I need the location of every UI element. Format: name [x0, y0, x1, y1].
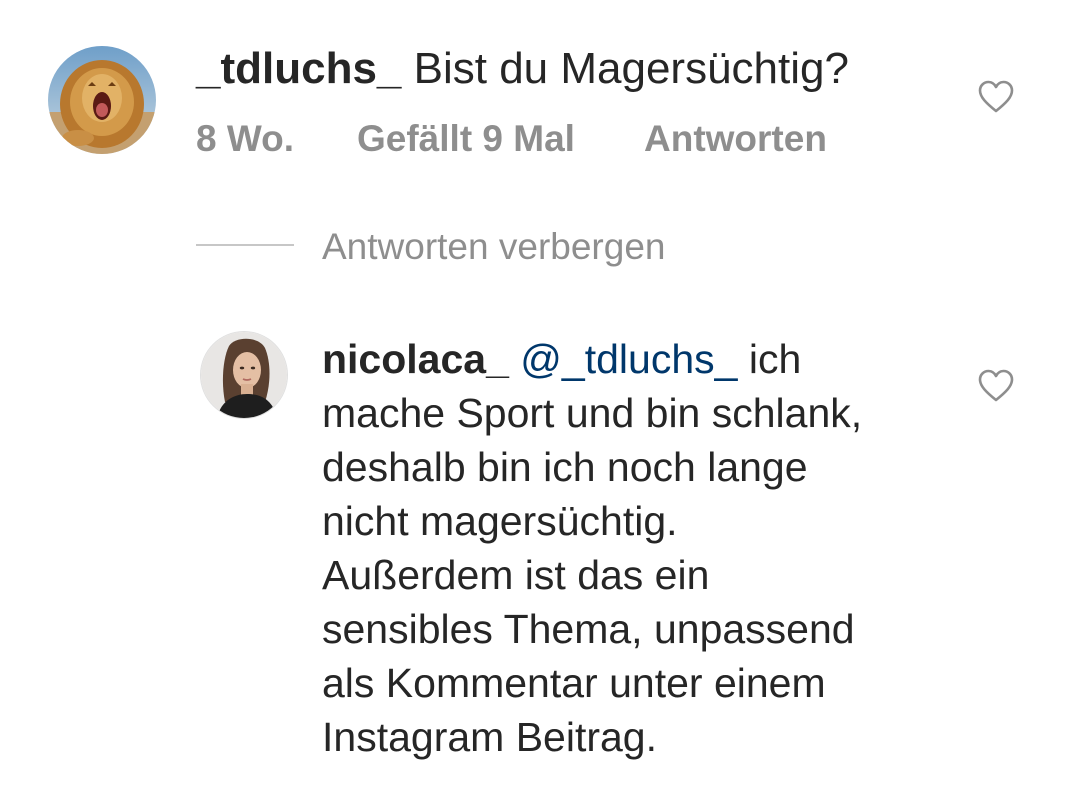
reply-username[interactable]: nicolaca_	[322, 336, 509, 382]
avatar-nicolaca[interactable]	[201, 332, 287, 418]
comment-age: 8 Wo.	[196, 118, 294, 159]
like-reply-heart-icon[interactable]	[978, 369, 1014, 403]
lion-avatar-icon	[48, 46, 156, 154]
reply-first-line: nicolaca_ @_tdluchs_ ich	[322, 332, 962, 386]
reply-button[interactable]: Antworten	[644, 117, 827, 161]
reply-text-block: nicolaca_ @_tdluchs_ ich mache Sport und…	[322, 332, 962, 764]
hide-replies-label: Antworten verbergen	[322, 226, 666, 267]
like-comment-heart-icon[interactable]	[978, 80, 1014, 114]
portrait-avatar-icon	[201, 332, 287, 418]
reply-text-line: mache Sport und bin schlank,	[322, 390, 863, 436]
reply-text-line: Instagram Beitrag.	[322, 714, 657, 760]
comment-text: Bist du Magersüchtig?	[413, 44, 849, 93]
comment-username[interactable]: _tdluchs_	[196, 44, 401, 93]
reply-mention[interactable]: @_tdluchs_	[520, 336, 737, 382]
reply-first-line-rest: ich	[748, 336, 802, 382]
comment-likes[interactable]: Gefällt 9 Mal	[357, 117, 575, 161]
avatar-tdluchs[interactable]	[48, 46, 156, 154]
reply-text-line: Außerdem ist das ein	[322, 552, 710, 598]
reply-text-line: nicht magersüchtig.	[322, 498, 678, 544]
reply-text-line: sensibles Thema, unpassend	[322, 606, 855, 652]
hide-replies-divider	[196, 244, 294, 246]
reply-text-line: als Kommentar unter einem	[322, 660, 826, 706]
comment-text-row: _tdluchs_ Bist du Magersüchtig?	[196, 42, 849, 96]
reply-text-line: deshalb bin ich noch lange	[322, 444, 808, 490]
